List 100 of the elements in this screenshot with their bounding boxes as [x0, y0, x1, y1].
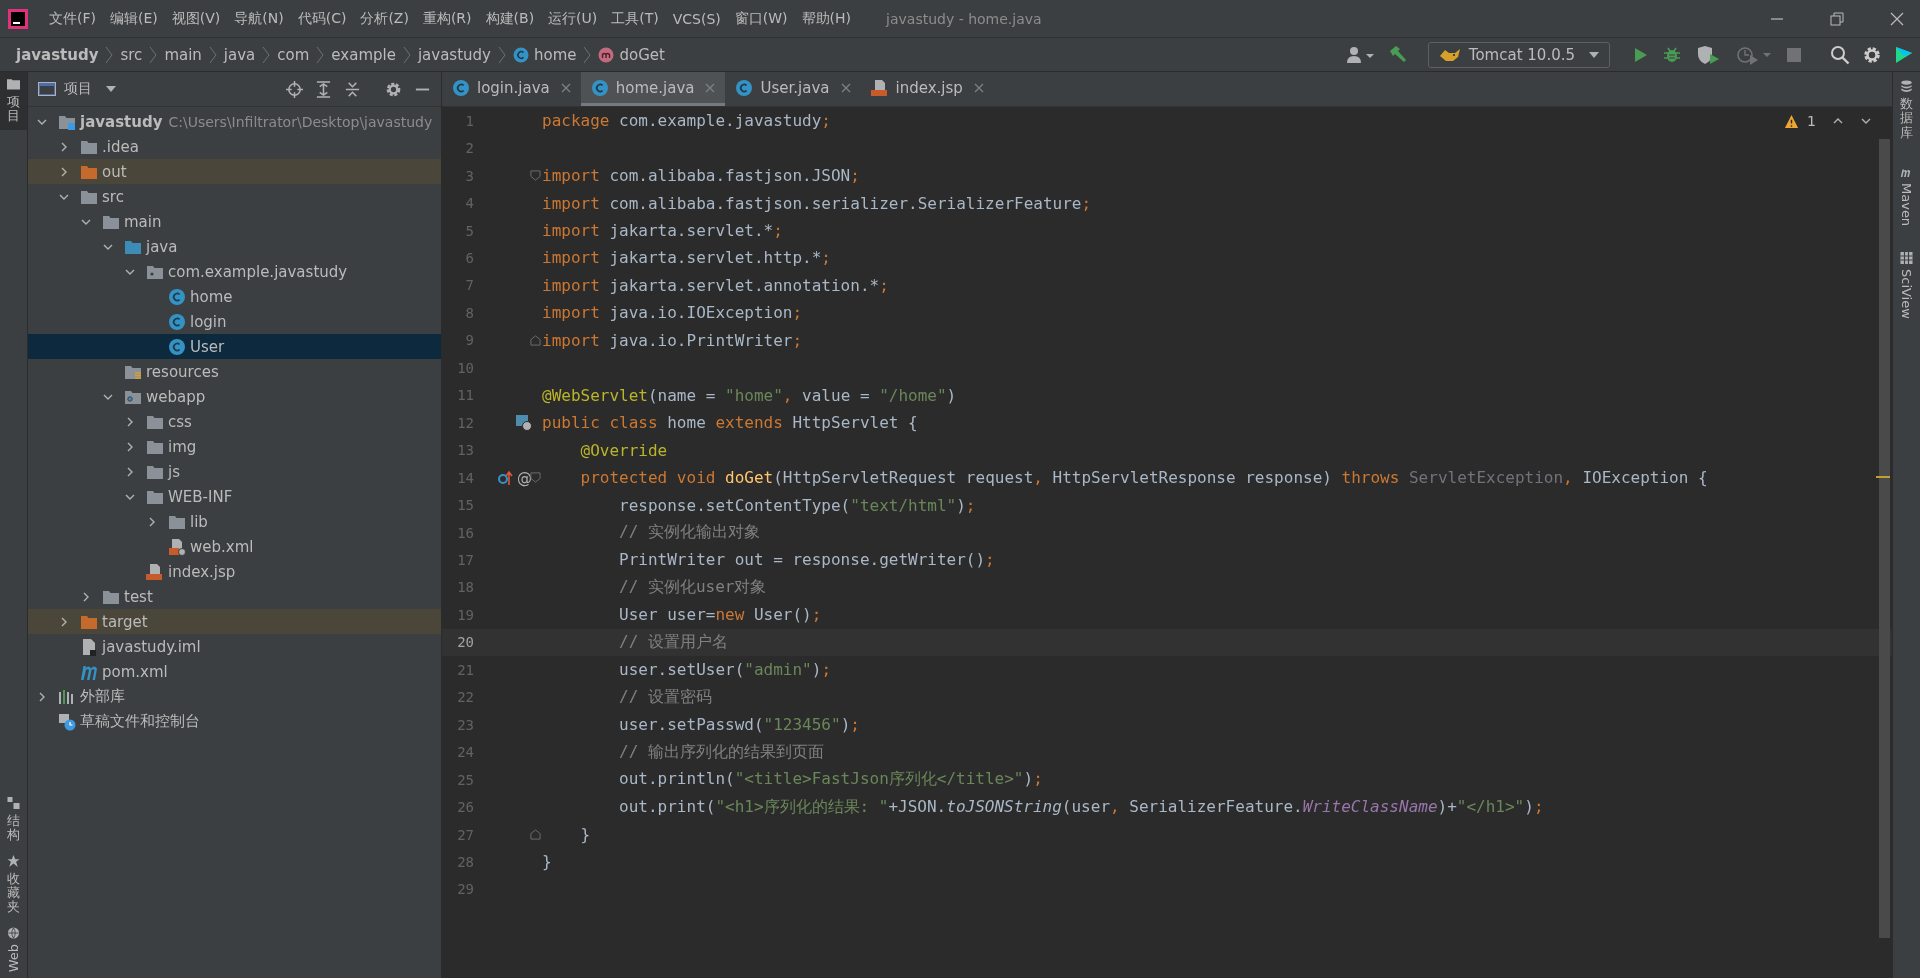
- scroll-bar[interactable]: [1879, 139, 1890, 938]
- override-icon[interactable]: [497, 469, 513, 486]
- tree-item[interactable]: java: [28, 234, 441, 259]
- tree-item[interactable]: main: [28, 209, 441, 234]
- tree-item[interactable]: src: [28, 184, 441, 209]
- close-icon[interactable]: [1890, 11, 1904, 26]
- menu-item[interactable]: VCS(S): [665, 10, 728, 27]
- breadcrumb[interactable]: main: [160, 45, 206, 64]
- tree-item[interactable]: out: [28, 159, 441, 184]
- fold-icon[interactable]: [529, 472, 541, 484]
- code-line: out.println("<title>FastJson序列化</title>");: [618, 769, 1043, 791]
- breadcrumb[interactable]: src: [116, 45, 147, 64]
- editor-tab[interactable]: home.java: [580, 72, 726, 106]
- menu-item[interactable]: 代码(C): [290, 9, 354, 28]
- search-icon[interactable]: [1830, 44, 1850, 65]
- tree-item[interactable]: com.example.javastudy: [28, 259, 441, 284]
- tree-item[interactable]: webapp: [28, 384, 441, 409]
- tree-item[interactable]: img: [28, 434, 441, 459]
- warning-count: 1: [1807, 113, 1816, 129]
- tree-item[interactable]: target: [28, 609, 441, 634]
- close-icon[interactable]: [840, 82, 851, 93]
- toolbox-logo-icon[interactable]: [1894, 44, 1914, 65]
- tree-item[interactable]: pom.xml: [28, 659, 441, 684]
- editor-tab[interactable]: User.java: [725, 72, 861, 106]
- code-line: out.print("<h1>序列化的结果: "+JSON.toJSONString(user, SerializerFeature.WriteClassName)+"</h1>");: [618, 796, 1544, 818]
- breadcrumb[interactable]: java: [219, 45, 260, 64]
- project-view-dropdown[interactable]: 项目: [38, 80, 116, 98]
- code-line: // 设置密码: [618, 686, 712, 708]
- locate-icon[interactable]: [286, 80, 303, 98]
- tree-item[interactable]: WEB-INF: [28, 484, 441, 509]
- tree-item[interactable]: 草稿文件和控制台: [28, 709, 441, 734]
- menu-item[interactable]: 窗口(W): [727, 9, 795, 28]
- breadcrumb[interactable]: javastudy: [413, 45, 495, 64]
- warning-icon[interactable]: [1784, 113, 1800, 129]
- menu-item[interactable]: 重构(R): [415, 9, 479, 28]
- line-number: 28: [456, 853, 474, 870]
- breadcrumb[interactable]: example: [327, 45, 400, 64]
- tool-window-tab[interactable]: Web: [0, 920, 27, 978]
- breadcrumb[interactable]: home: [508, 45, 581, 64]
- close-icon[interactable]: [560, 82, 571, 93]
- chevron-icon: [262, 45, 271, 64]
- chevron-icon: [497, 45, 506, 64]
- close-icon[interactable]: [973, 82, 984, 93]
- breadcrumb[interactable]: com: [273, 45, 314, 64]
- tree-item[interactable]: javastudy.iml: [28, 634, 441, 659]
- menu-item[interactable]: 工具(T): [604, 9, 666, 28]
- project-tool-tab[interactable]: 项目: [0, 72, 27, 130]
- tree-item[interactable]: index.jsp: [28, 559, 441, 584]
- menu-item[interactable]: 视图(V): [164, 9, 228, 28]
- line-number: 27: [456, 826, 474, 843]
- class-icon: [168, 312, 186, 331]
- tree-item[interactable]: login: [28, 309, 441, 334]
- tree-item[interactable]: css: [28, 409, 441, 434]
- menu-item[interactable]: 构建(B): [478, 9, 542, 28]
- code-line: public class home extends HttpServlet {: [542, 413, 918, 433]
- menu-item[interactable]: 导航(N): [227, 9, 291, 28]
- code-line: import com.alibaba.fastjson.JSON;: [542, 166, 860, 186]
- expand-all-icon[interactable]: [315, 80, 332, 98]
- line-number: 29: [456, 881, 474, 898]
- menu-item[interactable]: 运行(U): [541, 9, 605, 28]
- user-icon[interactable]: [1345, 44, 1376, 65]
- settings-icon[interactable]: [1862, 44, 1882, 65]
- tree-item[interactable]: javastudy C:\Users\Infiltrator\Desktop\javastudy: [28, 109, 441, 134]
- restore-icon[interactable]: [1830, 11, 1844, 26]
- editor-tab[interactable]: login.java: [442, 72, 581, 106]
- menu-item[interactable]: 文件(F): [42, 9, 103, 28]
- line-number: 22: [456, 689, 474, 706]
- servlet-icon[interactable]: [516, 414, 532, 431]
- tool-window-tab[interactable]: SciView: [1893, 246, 1920, 325]
- tool-window-tab[interactable]: 结构: [0, 791, 27, 849]
- tree-item[interactable]: web.xml: [28, 534, 441, 559]
- run-configuration-dropdown[interactable]: Tomcat 10.0.5: [1427, 41, 1610, 68]
- menu-item[interactable]: 帮助(H): [794, 9, 859, 28]
- tree-item[interactable]: lib: [28, 509, 441, 534]
- code-line: import jakarta.servlet.http.*;: [542, 248, 831, 268]
- chevron-icon: [208, 45, 217, 64]
- menu-item[interactable]: 分析(Z): [353, 9, 416, 28]
- menu-item[interactable]: 编辑(E): [103, 9, 165, 28]
- tree-item[interactable]: .idea: [28, 134, 441, 159]
- code-line: // 实例化输出对象: [618, 522, 760, 543]
- settings-icon[interactable]: [385, 80, 402, 98]
- line-number: 15: [456, 497, 474, 514]
- tree-item[interactable]: js: [28, 459, 441, 484]
- tool-window-tab[interactable]: Maven: [1893, 159, 1920, 232]
- hammer-icon[interactable]: [1387, 44, 1408, 65]
- breadcrumb[interactable]: doGet: [594, 45, 669, 64]
- tree-item[interactable]: User: [28, 334, 441, 359]
- tool-window-tab[interactable]: 收藏夹: [0, 848, 27, 921]
- line-number: 14: [456, 469, 474, 486]
- editor-tab[interactable]: index.jsp: [860, 72, 994, 106]
- code-line: }: [579, 825, 591, 844]
- tree-item[interactable]: home: [28, 284, 441, 309]
- tree-item[interactable]: test: [28, 584, 441, 609]
- annotation-marker[interactable]: @: [517, 468, 532, 487]
- tree-item[interactable]: 外部库: [28, 684, 441, 709]
- breadcrumb[interactable]: javastudy: [12, 45, 103, 64]
- code-line: import jakarta.servlet.annotation.*;: [542, 275, 889, 295]
- tree-item[interactable]: resources: [28, 359, 441, 384]
- tool-window-tab[interactable]: 数据库: [1893, 74, 1920, 146]
- collapse-all-icon[interactable]: [344, 80, 361, 98]
